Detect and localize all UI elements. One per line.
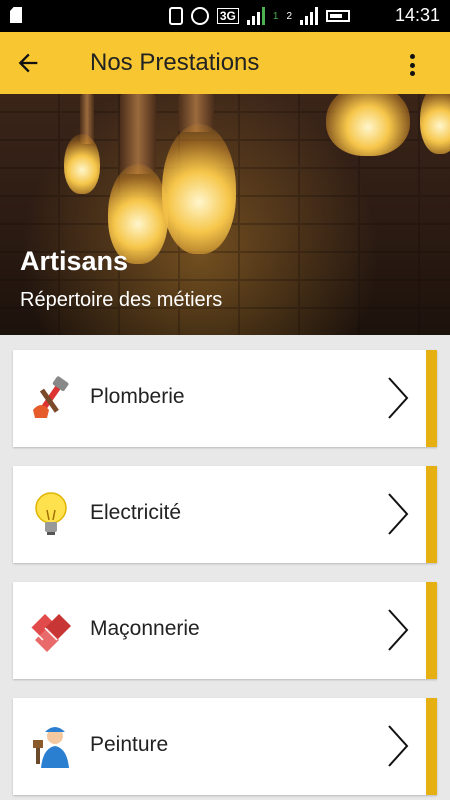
bulb-decoration — [162, 124, 236, 254]
app-bar: Nos Prestations — [0, 32, 450, 94]
service-card-peinture[interactable]: Peinture — [13, 698, 437, 795]
service-label: Electricité — [90, 501, 182, 524]
hero-title: Artisans — [20, 246, 129, 276]
sim2-label: 2 — [286, 10, 292, 22]
hero-banner: Artisans Répertoire des métiers — [0, 94, 450, 335]
page-title: Nos Prestations — [90, 49, 260, 76]
chevron-right-icon — [388, 609, 409, 651]
accent-bar — [426, 466, 437, 563]
light-bulb-icon — [35, 492, 67, 535]
service-card-plomberie[interactable]: Plomberie — [13, 350, 437, 447]
plumbing-tools-icon — [33, 376, 69, 418]
service-card-maconnerie[interactable]: Maçonnerie — [13, 582, 437, 679]
service-label: Maçonnerie — [90, 617, 200, 640]
status-time: 14:31 — [394, 5, 440, 25]
back-arrow-icon[interactable] — [14, 49, 42, 77]
overflow-menu-icon[interactable] — [410, 54, 416, 76]
painter-icon — [33, 727, 69, 768]
service-card-electricite[interactable]: Electricité — [13, 466, 437, 563]
service-label: Peinture — [90, 733, 169, 756]
network-type: 3G — [216, 8, 239, 24]
battery-icon — [326, 10, 350, 22]
chevron-right-icon — [388, 377, 409, 419]
vibrate-icon — [168, 7, 183, 25]
chevron-right-icon — [388, 493, 409, 535]
bricks-icon — [30, 614, 71, 652]
status-bar: 3G 1 2 14:31 — [0, 0, 450, 32]
alarm-icon — [190, 7, 209, 25]
signal-sim2-icon — [300, 7, 318, 25]
sim1-label: 1 — [272, 10, 279, 22]
accent-bar — [426, 350, 437, 447]
chevron-right-icon — [388, 725, 409, 767]
sd-card-icon — [10, 7, 22, 23]
hero-subtitle: Répertoire des métiers — [20, 289, 223, 311]
bulb-decoration — [326, 94, 410, 156]
accent-bar — [426, 698, 437, 795]
signal-sim1-icon — [246, 7, 265, 25]
service-label: Plomberie — [90, 385, 185, 408]
bulb-decoration — [420, 94, 450, 154]
accent-bar — [426, 582, 437, 679]
bulb-decoration — [64, 134, 100, 194]
